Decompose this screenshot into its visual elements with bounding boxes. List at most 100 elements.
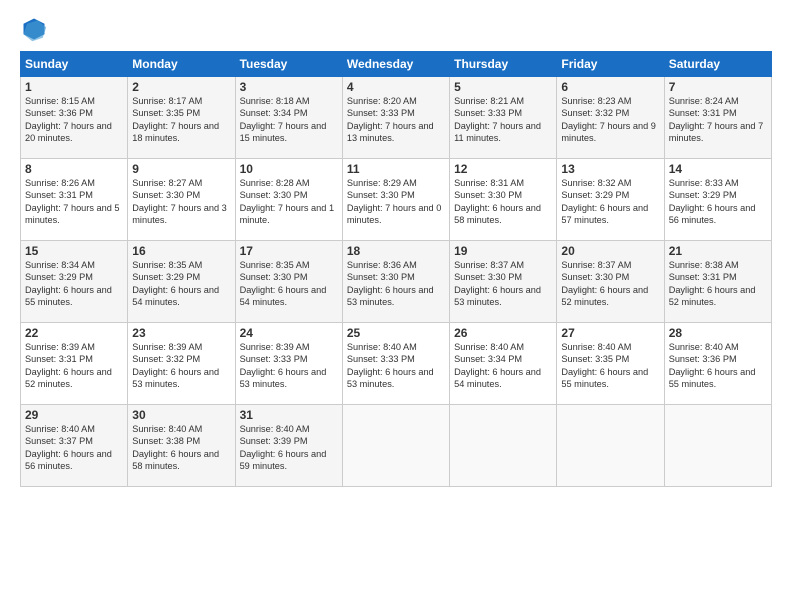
day-number: 23 [132, 326, 230, 340]
cell-info: Sunrise: 8:15 AMSunset: 3:36 PMDaylight:… [25, 96, 112, 143]
cell-info: Sunrise: 8:24 AMSunset: 3:31 PMDaylight:… [669, 96, 764, 143]
day-cell: 30 Sunrise: 8:40 AMSunset: 3:38 PMDayligh… [128, 405, 235, 487]
day-number: 29 [25, 408, 123, 422]
day-cell: 23 Sunrise: 8:39 AMSunset: 3:32 PMDayligh… [128, 323, 235, 405]
cell-info: Sunrise: 8:39 AMSunset: 3:32 PMDaylight:… [132, 342, 219, 389]
cell-info: Sunrise: 8:40 AMSunset: 3:39 PMDaylight:… [240, 424, 327, 471]
day-number: 24 [240, 326, 338, 340]
cell-info: Sunrise: 8:39 AMSunset: 3:33 PMDaylight:… [240, 342, 327, 389]
day-number: 5 [454, 80, 552, 94]
day-cell: 31 Sunrise: 8:40 AMSunset: 3:39 PMDayligh… [235, 405, 342, 487]
day-header-thursday: Thursday [450, 52, 557, 77]
day-number: 10 [240, 162, 338, 176]
cell-info: Sunrise: 8:18 AMSunset: 3:34 PMDaylight:… [240, 96, 327, 143]
day-number: 22 [25, 326, 123, 340]
day-number: 17 [240, 244, 338, 258]
day-cell: 28 Sunrise: 8:40 AMSunset: 3:36 PMDayligh… [664, 323, 771, 405]
day-number: 2 [132, 80, 230, 94]
logo [20, 15, 52, 43]
day-cell: 13 Sunrise: 8:32 AMSunset: 3:29 PMDayligh… [557, 159, 664, 241]
cell-info: Sunrise: 8:26 AMSunset: 3:31 PMDaylight:… [25, 178, 120, 225]
day-cell: 1 Sunrise: 8:15 AMSunset: 3:36 PMDaylight… [21, 77, 128, 159]
day-cell: 14 Sunrise: 8:33 AMSunset: 3:29 PMDayligh… [664, 159, 771, 241]
day-cell: 9 Sunrise: 8:27 AMSunset: 3:30 PMDaylight… [128, 159, 235, 241]
cell-info: Sunrise: 8:40 AMSunset: 3:35 PMDaylight:… [561, 342, 648, 389]
day-cell: 29 Sunrise: 8:40 AMSunset: 3:37 PMDayligh… [21, 405, 128, 487]
cell-info: Sunrise: 8:40 AMSunset: 3:33 PMDaylight:… [347, 342, 434, 389]
cell-info: Sunrise: 8:31 AMSunset: 3:30 PMDaylight:… [454, 178, 541, 225]
cell-info: Sunrise: 8:20 AMSunset: 3:33 PMDaylight:… [347, 96, 434, 143]
day-number: 20 [561, 244, 659, 258]
day-cell [450, 405, 557, 487]
cell-info: Sunrise: 8:38 AMSunset: 3:31 PMDaylight:… [669, 260, 756, 307]
week-row-4: 22 Sunrise: 8:39 AMSunset: 3:31 PMDayligh… [21, 323, 772, 405]
cell-info: Sunrise: 8:39 AMSunset: 3:31 PMDaylight:… [25, 342, 112, 389]
day-header-tuesday: Tuesday [235, 52, 342, 77]
day-number: 14 [669, 162, 767, 176]
day-number: 6 [561, 80, 659, 94]
day-cell: 7 Sunrise: 8:24 AMSunset: 3:31 PMDaylight… [664, 77, 771, 159]
day-cell: 8Sunrise: 8:26 AMSunset: 3:31 PMDaylight… [21, 159, 128, 241]
day-header-monday: Monday [128, 52, 235, 77]
day-number: 13 [561, 162, 659, 176]
cell-info: Sunrise: 8:34 AMSunset: 3:29 PMDaylight:… [25, 260, 112, 307]
calendar-table: SundayMondayTuesdayWednesdayThursdayFrid… [20, 51, 772, 487]
day-cell [342, 405, 449, 487]
day-cell: 16 Sunrise: 8:35 AMSunset: 3:29 PMDayligh… [128, 241, 235, 323]
day-cell: 21 Sunrise: 8:38 AMSunset: 3:31 PMDayligh… [664, 241, 771, 323]
day-number: 18 [347, 244, 445, 258]
cell-info: Sunrise: 8:23 AMSunset: 3:32 PMDaylight:… [561, 96, 656, 143]
day-number: 11 [347, 162, 445, 176]
week-row-1: 1 Sunrise: 8:15 AMSunset: 3:36 PMDaylight… [21, 77, 772, 159]
day-cell [557, 405, 664, 487]
header [20, 15, 772, 43]
day-cell: 22 Sunrise: 8:39 AMSunset: 3:31 PMDayligh… [21, 323, 128, 405]
day-number: 1 [25, 80, 123, 94]
day-number: 7 [669, 80, 767, 94]
day-number: 4 [347, 80, 445, 94]
day-number: 15 [25, 244, 123, 258]
day-header-saturday: Saturday [664, 52, 771, 77]
cell-info: Sunrise: 8:40 AMSunset: 3:38 PMDaylight:… [132, 424, 219, 471]
day-number: 9 [132, 162, 230, 176]
day-header-sunday: Sunday [21, 52, 128, 77]
day-cell: 2 Sunrise: 8:17 AMSunset: 3:35 PMDaylight… [128, 77, 235, 159]
day-header-wednesday: Wednesday [342, 52, 449, 77]
day-cell: 25 Sunrise: 8:40 AMSunset: 3:33 PMDayligh… [342, 323, 449, 405]
week-row-2: 8Sunrise: 8:26 AMSunset: 3:31 PMDaylight… [21, 159, 772, 241]
cell-info: Sunrise: 8:40 AMSunset: 3:36 PMDaylight:… [669, 342, 756, 389]
header-row: SundayMondayTuesdayWednesdayThursdayFrid… [21, 52, 772, 77]
day-cell: 5Sunrise: 8:21 AMSunset: 3:33 PMDaylight… [450, 77, 557, 159]
day-number: 30 [132, 408, 230, 422]
cell-info: Sunrise: 8:36 AMSunset: 3:30 PMDaylight:… [347, 260, 434, 307]
day-cell: 19Sunrise: 8:37 AMSunset: 3:30 PMDayligh… [450, 241, 557, 323]
day-number: 16 [132, 244, 230, 258]
day-cell: 15 Sunrise: 8:34 AMSunset: 3:29 PMDayligh… [21, 241, 128, 323]
cell-info: Sunrise: 8:17 AMSunset: 3:35 PMDaylight:… [132, 96, 219, 143]
day-number: 28 [669, 326, 767, 340]
week-row-3: 15 Sunrise: 8:34 AMSunset: 3:29 PMDayligh… [21, 241, 772, 323]
week-row-5: 29 Sunrise: 8:40 AMSunset: 3:37 PMDayligh… [21, 405, 772, 487]
day-cell: 11 Sunrise: 8:29 AMSunset: 3:30 PMDayligh… [342, 159, 449, 241]
page: SundayMondayTuesdayWednesdayThursdayFrid… [0, 0, 792, 612]
cell-info: Sunrise: 8:40 AMSunset: 3:34 PMDaylight:… [454, 342, 541, 389]
day-cell [664, 405, 771, 487]
day-cell: 3 Sunrise: 8:18 AMSunset: 3:34 PMDaylight… [235, 77, 342, 159]
day-number: 26 [454, 326, 552, 340]
cell-info: Sunrise: 8:27 AMSunset: 3:30 PMDaylight:… [132, 178, 227, 225]
day-number: 25 [347, 326, 445, 340]
day-number: 31 [240, 408, 338, 422]
day-number: 3 [240, 80, 338, 94]
cell-info: Sunrise: 8:40 AMSunset: 3:37 PMDaylight:… [25, 424, 112, 471]
day-number: 21 [669, 244, 767, 258]
cell-info: Sunrise: 8:35 AMSunset: 3:30 PMDaylight:… [240, 260, 327, 307]
day-header-friday: Friday [557, 52, 664, 77]
cell-info: Sunrise: 8:35 AMSunset: 3:29 PMDaylight:… [132, 260, 219, 307]
day-cell: 4 Sunrise: 8:20 AMSunset: 3:33 PMDaylight… [342, 77, 449, 159]
cell-info: Sunrise: 8:32 AMSunset: 3:29 PMDaylight:… [561, 178, 648, 225]
day-cell: 6 Sunrise: 8:23 AMSunset: 3:32 PMDaylight… [557, 77, 664, 159]
day-cell: 26 Sunrise: 8:40 AMSunset: 3:34 PMDayligh… [450, 323, 557, 405]
cell-info: Sunrise: 8:33 AMSunset: 3:29 PMDaylight:… [669, 178, 756, 225]
day-cell: 24 Sunrise: 8:39 AMSunset: 3:33 PMDayligh… [235, 323, 342, 405]
cell-info: Sunrise: 8:29 AMSunset: 3:30 PMDaylight:… [347, 178, 442, 225]
